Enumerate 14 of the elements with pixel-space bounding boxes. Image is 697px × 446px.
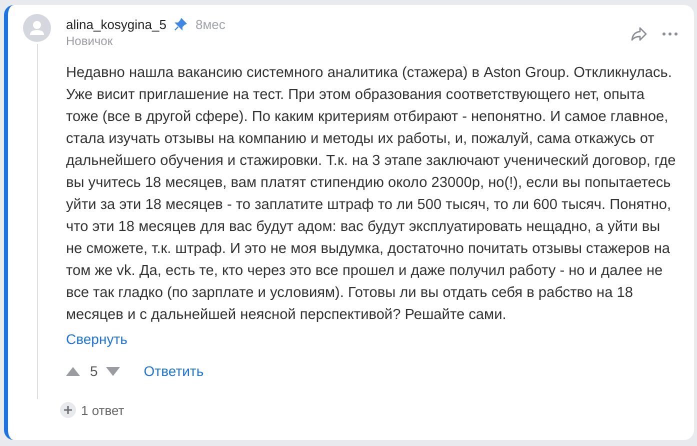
downvote-icon[interactable] <box>106 366 120 376</box>
share-icon[interactable] <box>630 26 648 42</box>
author-name[interactable]: alina_kosygina_5 <box>66 17 166 32</box>
reply-link[interactable]: Ответить <box>144 363 204 379</box>
expand-icon[interactable] <box>60 402 76 418</box>
collapse-link[interactable]: Свернуть <box>66 331 128 347</box>
vote-count: 5 <box>90 363 98 379</box>
comment-text: Недавно нашла вакансию системного аналитика (стажера) в Aston Group. Откликнулась. Уже висит приглашение на тест. При этом образования соответствующего нет, опыта тоже (все в другой сфере). По каким критериям отбирают - непонятно. И самое главное, стала изучать отзывы на компанию и методы их работы, и, пожалуй, сама откажусь от дальнейшего обучения и стажировки. Т.к. на 3 этапе заключают ученический договор, где вы учитесь 18 месяцев, вам платят стипендию около 23000р, но(!), если вы попытаетесь уйти за эти 18 месяцев - то заплатите штраф то ли 500 тысяч, то ли 600 тысяч. Понятно, что эти 18 месяцев для вас будут адом: вас будут эксплуатировать нещадно, а уйти вы не сможете, т.к. штраф. И это не моя выдумка, достаточно почитать отзывы стажеров на том же vk. Да, есть те, кто через это все прошел и даже получил работу - но и далее не все так гладко (по зарплате и условиям). Готовы ли вы отдать себя в рабство на 18 месяцев и с дальнейшей неясной перспективой? Решайте сами. <box>66 64 677 325</box>
upvote-icon[interactable] <box>66 366 80 376</box>
timestamp: 8мес <box>195 17 226 32</box>
avatar-icon <box>23 14 51 42</box>
replies-count[interactable]: 1 ответ <box>81 402 124 418</box>
user-rank: Новичок <box>66 34 114 48</box>
more-icon[interactable] <box>662 32 678 36</box>
